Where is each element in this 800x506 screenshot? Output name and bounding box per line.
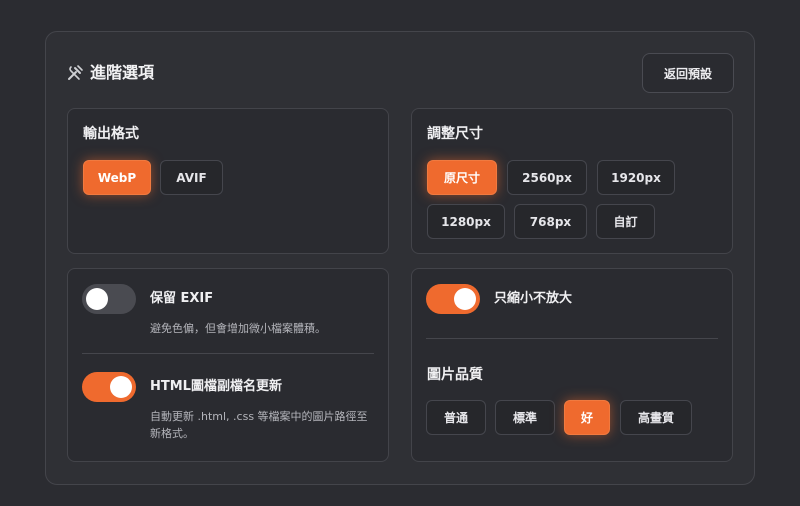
shrink-only-toggle-knob — [454, 288, 476, 310]
resize-option-custom[interactable]: 自訂 — [596, 204, 655, 239]
html-update-toggle[interactable] — [82, 372, 136, 402]
format-option-webp[interactable]: WebP — [83, 160, 151, 195]
resize-option-1920[interactable]: 1920px — [597, 160, 675, 195]
reset-defaults-button[interactable]: 返回預設 — [642, 53, 734, 93]
page-title: 進階選項 — [90, 63, 155, 82]
quality-option-good[interactable]: 好 — [564, 400, 610, 435]
tools-icon — [68, 65, 83, 80]
resize-option-1280[interactable]: 1280px — [427, 204, 505, 239]
exif-label: 保留 EXIF — [150, 291, 214, 306]
resize-option-2560[interactable]: 2560px — [507, 160, 587, 195]
html-update-description-line1: 自動更新 .html, .css 等檔案中的圖片路徑至 — [150, 410, 368, 423]
resize-option-original[interactable]: 原尺寸 — [427, 160, 497, 195]
shrink-only-toggle[interactable] — [426, 284, 480, 314]
output-format-title: 輸出格式 — [83, 126, 139, 142]
shrink-only-label: 只縮小不放大 — [494, 291, 573, 306]
resize-title: 調整尺寸 — [427, 126, 483, 142]
html-update-label: HTML圖檔副檔名更新 — [150, 379, 282, 394]
exif-toggle-knob — [86, 288, 108, 310]
html-update-toggle-knob — [110, 376, 132, 398]
format-option-avif[interactable]: AVIF — [160, 160, 223, 195]
quality-divider — [426, 338, 718, 339]
html-update-description-line2: 新格式。 — [150, 427, 194, 440]
quality-option-normal[interactable]: 普通 — [426, 400, 486, 435]
quality-option-standard[interactable]: 標準 — [495, 400, 555, 435]
exif-toggle[interactable] — [82, 284, 136, 314]
quality-option-high[interactable]: 高畫質 — [620, 400, 692, 435]
resize-option-768[interactable]: 768px — [514, 204, 587, 239]
quality-title: 圖片品質 — [427, 367, 483, 383]
metadata-divider — [82, 353, 374, 354]
exif-description: 避免色偏，但會增加微小檔案體積。 — [150, 322, 326, 335]
